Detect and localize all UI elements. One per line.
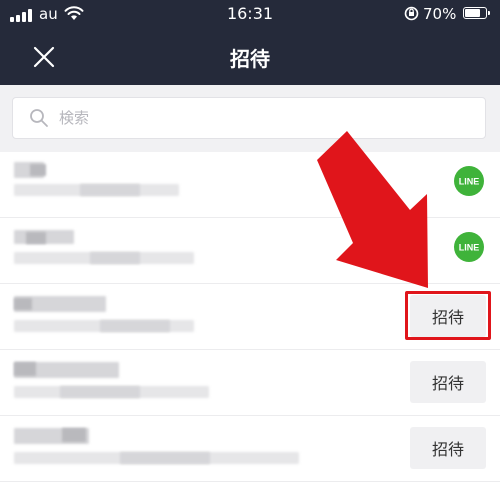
status-bar: au 16:31 70% — [0, 0, 500, 30]
header: au 16:31 70% 招待 — [0, 0, 500, 85]
orientation-lock-icon — [404, 6, 419, 21]
contact-name-blurred — [26, 232, 46, 244]
battery-percent: 70% — [423, 5, 457, 23]
battery-icon — [463, 7, 490, 19]
invite-button[interactable]: 招待 — [410, 427, 486, 469]
line-badge-label: LINE — [459, 243, 480, 253]
search-area — [0, 85, 500, 152]
search-icon — [30, 109, 48, 127]
contact-name-blurred — [14, 298, 32, 310]
line-badge-label: LINE — [459, 177, 480, 187]
contact-row[interactable]: 招待 — [0, 416, 500, 482]
search-box[interactable] — [12, 97, 486, 139]
contact-row[interactable]: 招待 — [0, 350, 500, 416]
line-app-icon: LINE — [454, 166, 484, 196]
line-app-icon: LINE — [454, 232, 484, 262]
contact-row[interactable]: LINE — [0, 152, 500, 218]
invite-button[interactable]: 招待 — [410, 361, 486, 403]
contact-status-blurred — [80, 184, 140, 196]
annotation-highlight-box — [405, 291, 491, 340]
contact-status-blurred — [90, 252, 140, 264]
contact-status-blurred — [120, 452, 210, 464]
contact-name-blurred — [62, 428, 86, 442]
contact-status-blurred — [100, 320, 170, 332]
page-title: 招待 — [230, 47, 270, 71]
contact-name-blurred — [14, 362, 36, 376]
contact-status-blurred — [60, 386, 140, 398]
search-input[interactable] — [59, 98, 469, 138]
contact-name-blurred — [30, 164, 46, 176]
contact-row[interactable]: LINE — [0, 218, 500, 284]
